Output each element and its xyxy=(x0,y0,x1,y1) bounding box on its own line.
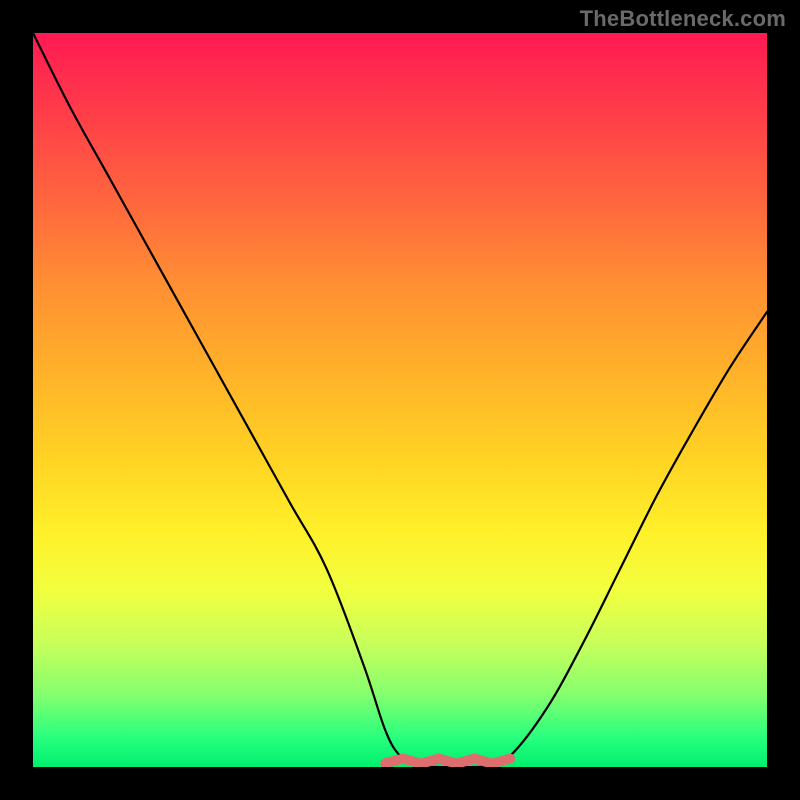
gradient-plot-area xyxy=(33,33,767,767)
curve-layer xyxy=(33,33,767,767)
bottleneck-curve xyxy=(33,33,767,767)
optimal-band-marker xyxy=(385,759,510,764)
chart-frame: TheBottleneck.com xyxy=(0,0,800,800)
attribution-label: TheBottleneck.com xyxy=(580,6,786,32)
